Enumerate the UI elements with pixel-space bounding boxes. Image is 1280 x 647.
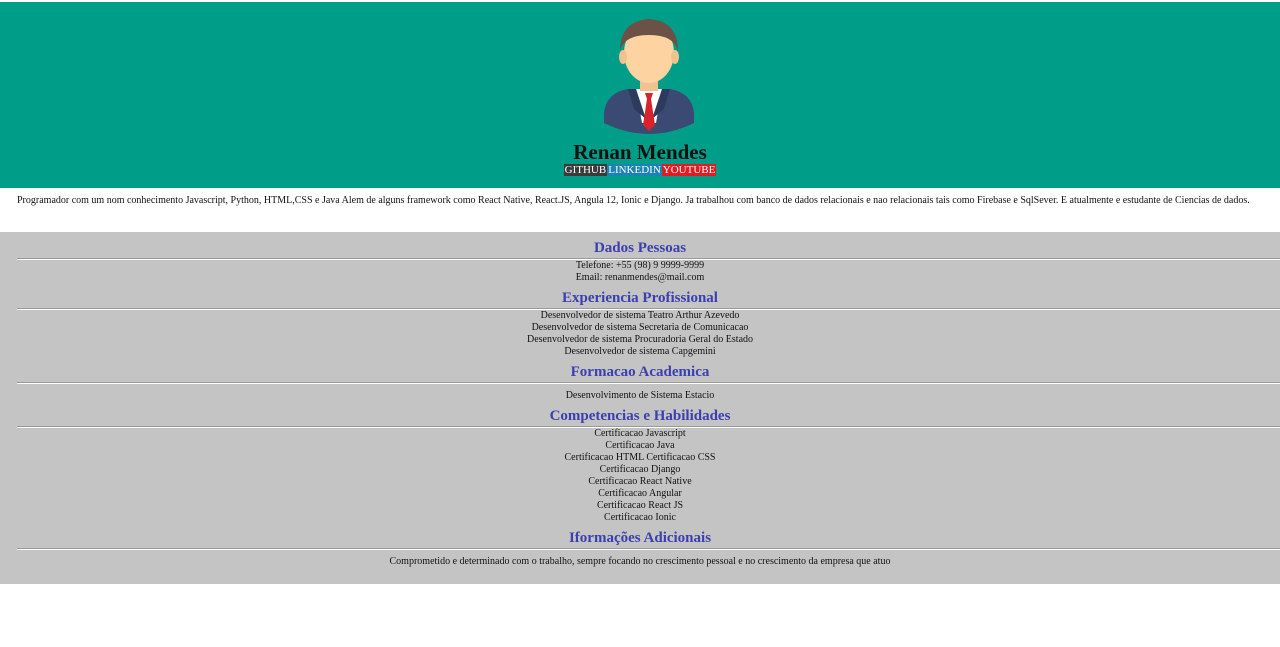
section-title-adicionais: Iformações Adicionais <box>568 530 712 546</box>
list-item: Certificacao React Native <box>588 476 692 487</box>
businessman-avatar-icon <box>604 19 694 134</box>
list-item: Email: renanmendes@mail.com <box>575 272 705 283</box>
list-item: Certificacao Angular <box>598 488 682 499</box>
list-item: Desenvolvedor de sistema Teatro Arthur A… <box>540 310 740 321</box>
avatar <box>598 13 700 137</box>
list-item: Certificacao Java <box>605 440 675 451</box>
profile-name: Renan Mendes <box>573 140 707 164</box>
section-title-competencias: Competencias e Habilidades <box>549 408 731 424</box>
github-link[interactable]: GITHUB <box>563 164 608 176</box>
social-links: GITHUB LINKEDIN YOUTUBE <box>0 164 1280 176</box>
list-item: Certificacao Javascript <box>594 428 686 439</box>
about-paragraph: Programador com um nom conhecimento Java… <box>17 195 1250 206</box>
linkedin-link[interactable]: LINKEDIN <box>607 164 662 176</box>
section-title-dados: Dados Pessoas <box>593 240 687 256</box>
list-item: Certificacao React JS <box>596 500 684 511</box>
list-item: Certificacao Django <box>599 464 681 475</box>
list-item: Desenvolvedor de sistema Capgemini <box>564 346 716 357</box>
section-title-formacao: Formacao Academica <box>570 364 710 380</box>
resume-sections: Dados Pessoas Telefone: +55 (98) 9 9999-… <box>0 232 1280 584</box>
list-item: Telefone: +55 (98) 9 9999-9999 <box>575 260 705 271</box>
list-item: Comprometido e determinado com o trabalh… <box>389 556 891 567</box>
list-item: Desenvolvedor de sistema Procuradoria Ge… <box>526 334 754 345</box>
list-item: Certificacao Ionic <box>604 512 676 523</box>
list-item: Desenvolvimento de Sistema Estacio <box>565 390 715 401</box>
section-title-experiencia: Experiencia Profissional <box>562 290 718 306</box>
list-item: Certificacao HTML Certificacao CSS <box>564 452 716 463</box>
youtube-link[interactable]: YOUTUBE <box>661 164 717 176</box>
list-item: Desenvolvedor de sistema Secretaria de C… <box>531 322 749 333</box>
profile-header: Renan Mendes GITHUB LINKEDIN YOUTUBE <box>0 2 1280 188</box>
